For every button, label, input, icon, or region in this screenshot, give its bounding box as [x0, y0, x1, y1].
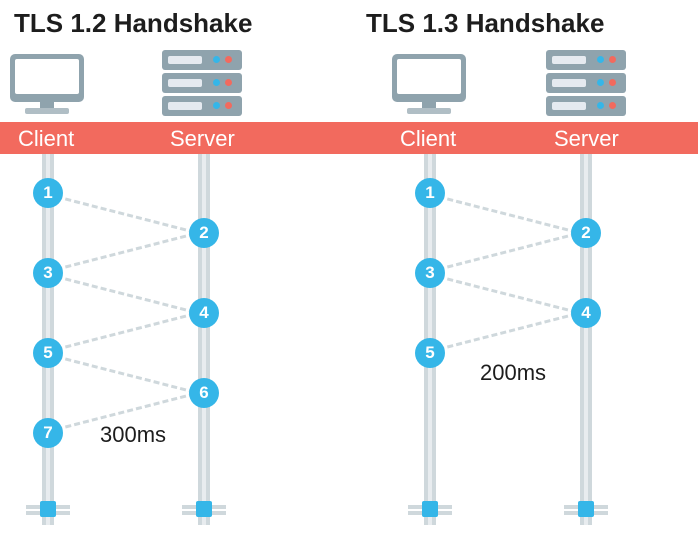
handshake-arrow — [429, 273, 586, 316]
handshake-step: 4 — [571, 298, 601, 328]
time-label-right: 200ms — [480, 360, 546, 386]
handshake-step: 2 — [571, 218, 601, 248]
handshake-step: 4 — [189, 298, 219, 328]
handshake-arrow — [47, 230, 204, 273]
title-right: TLS 1.3 Handshake — [366, 8, 604, 39]
handshake-arrow — [47, 193, 204, 236]
handshake-step: 7 — [33, 418, 63, 448]
label-client-right: Client — [400, 126, 456, 152]
server-rack-icon — [546, 50, 626, 119]
handshake-arrow — [429, 193, 586, 236]
pole-base — [408, 505, 452, 525]
handshake-arrow — [47, 310, 204, 353]
timeline-pole-server-left — [198, 154, 210, 525]
server-rack-icon — [162, 50, 242, 119]
handshake-arrow — [47, 353, 204, 396]
timeline-pole-server-right — [580, 154, 592, 525]
handshake-step: 5 — [33, 338, 63, 368]
handshake-step: 1 — [415, 178, 445, 208]
handshake-step: 1 — [33, 178, 63, 208]
label-server-left: Server — [170, 126, 235, 152]
pole-base — [26, 505, 70, 525]
title-left: TLS 1.2 Handshake — [14, 8, 252, 39]
client-monitor-icon — [10, 54, 84, 112]
label-server-right: Server — [554, 126, 619, 152]
pole-base — [182, 505, 226, 525]
handshake-arrow — [429, 230, 586, 273]
handshake-step: 6 — [189, 378, 219, 408]
pole-base — [564, 505, 608, 525]
handshake-arrow — [47, 273, 204, 316]
client-monitor-icon — [392, 54, 466, 112]
label-client-left: Client — [18, 126, 74, 152]
handshake-arrow — [429, 310, 586, 353]
handshake-step: 3 — [33, 258, 63, 288]
handshake-step: 2 — [189, 218, 219, 248]
time-label-left: 300ms — [100, 422, 166, 448]
handshake-step: 5 — [415, 338, 445, 368]
handshake-step: 3 — [415, 258, 445, 288]
